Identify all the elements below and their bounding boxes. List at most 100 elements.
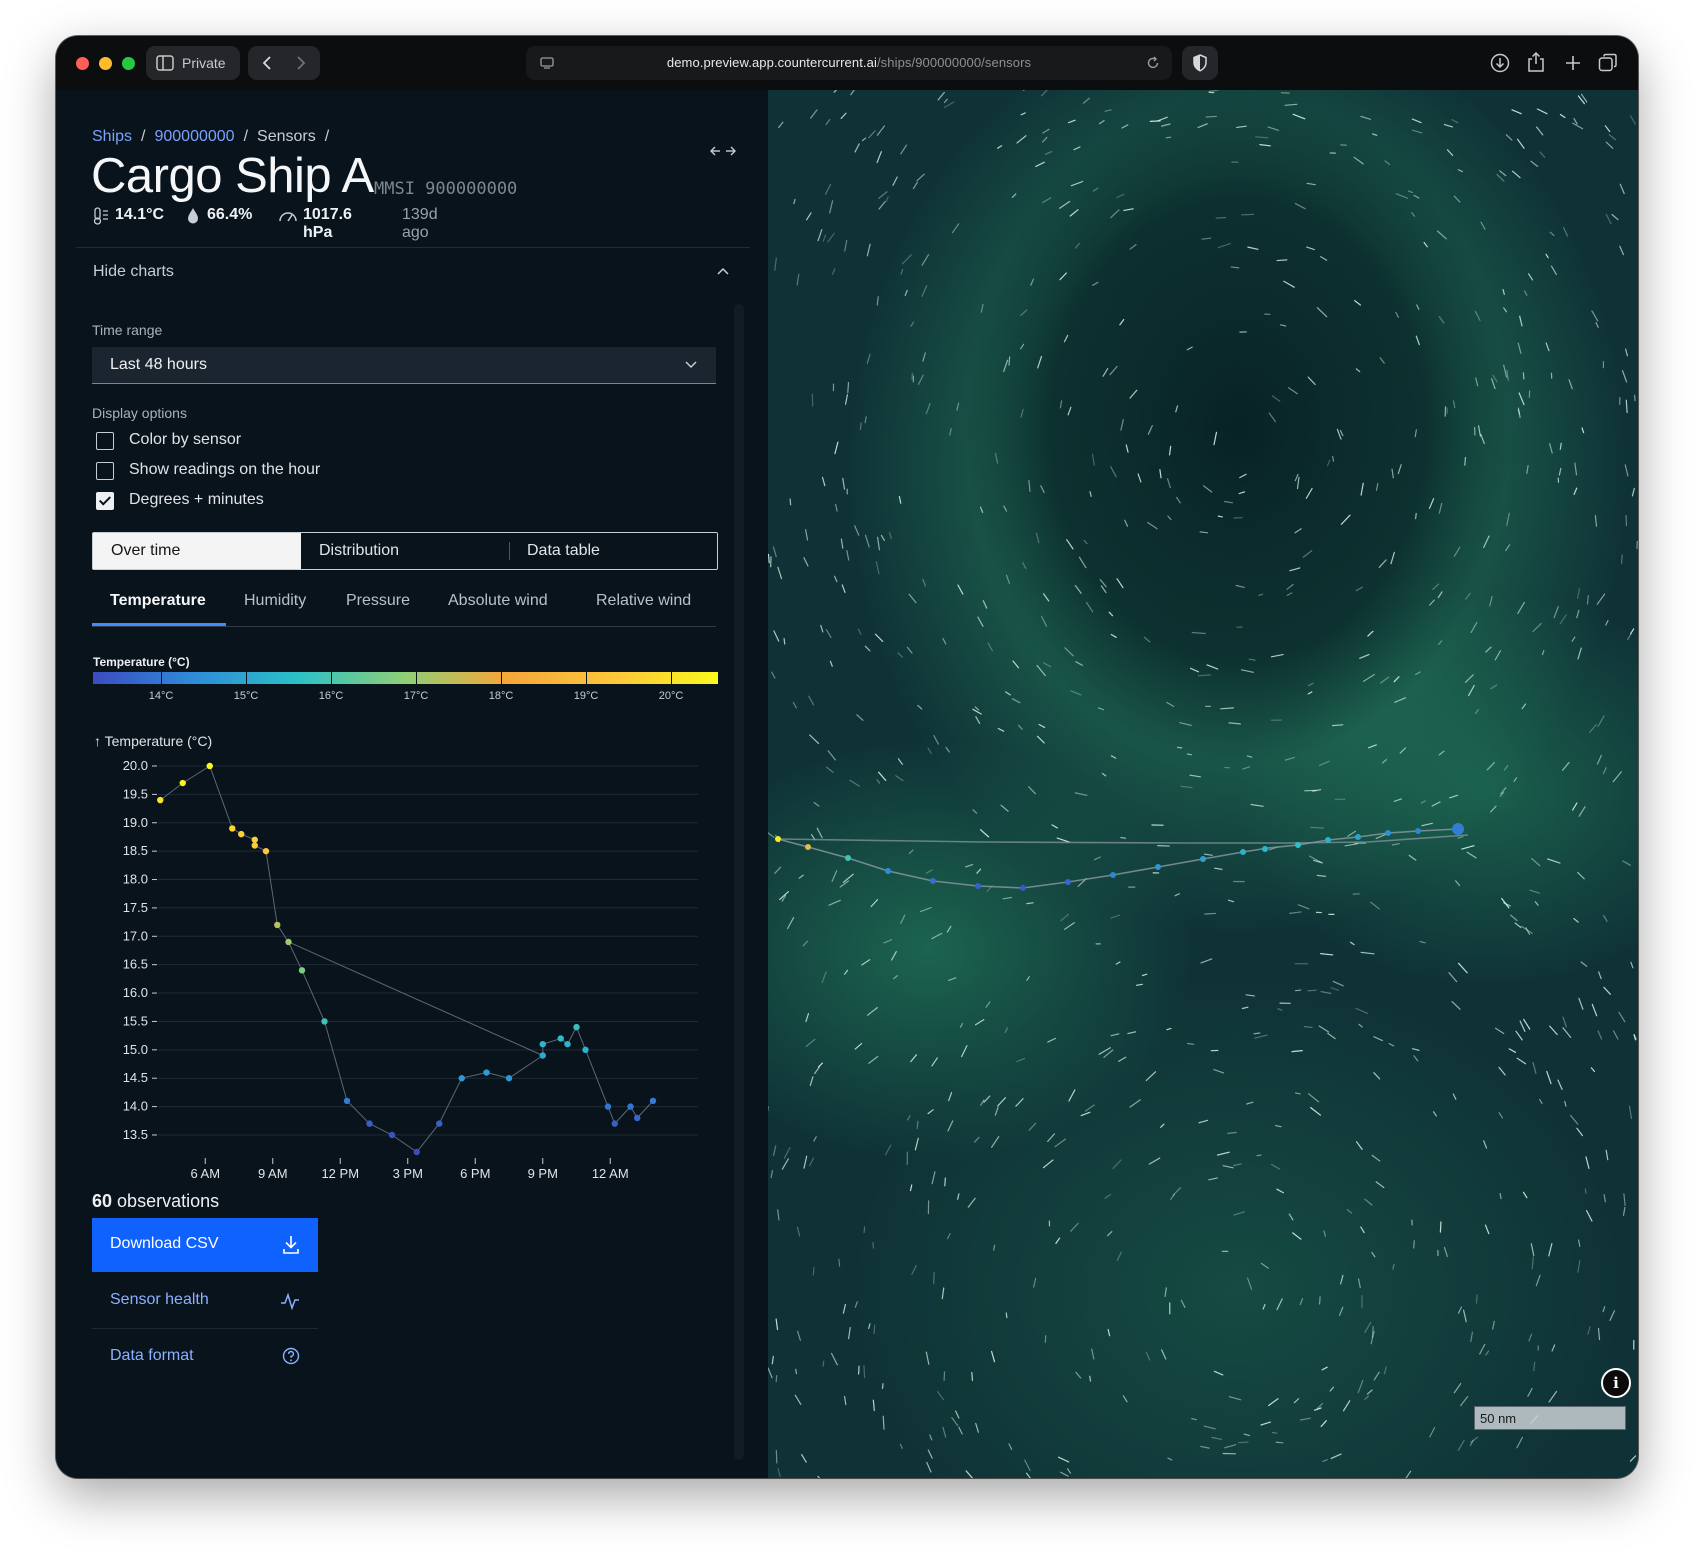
data-point[interactable] [274, 921, 281, 929]
data-point[interactable] [229, 825, 236, 832]
track-point[interactable] [975, 883, 981, 889]
data-point[interactable] [157, 796, 164, 804]
current-streak [771, 671, 776, 679]
view-over-time[interactable]: Over time [93, 533, 301, 569]
expand-panel-icon[interactable] [710, 145, 736, 157]
new-tab-icon[interactable] [1564, 54, 1582, 72]
forward-icon[interactable] [294, 55, 308, 71]
back-icon[interactable] [260, 55, 274, 71]
data-format-link[interactable]: Data format [92, 1330, 318, 1384]
map-info-icon[interactable]: i [1601, 1368, 1631, 1398]
private-tab-pill[interactable]: Private [146, 46, 240, 80]
data-point[interactable] [564, 1040, 571, 1048]
view-data-table[interactable]: Data table [509, 533, 717, 569]
data-point[interactable] [573, 1023, 580, 1031]
current-streak [1284, 756, 1295, 761]
address-bar[interactable]: demo.preview.app.countercurrent.ai/ships… [526, 46, 1172, 80]
data-point[interactable] [413, 1148, 420, 1156]
private-label: Private [182, 55, 226, 71]
track-point[interactable] [1240, 849, 1246, 855]
data-point[interactable] [539, 1052, 546, 1059]
track-point[interactable] [1355, 834, 1361, 840]
track-point[interactable] [775, 836, 781, 842]
tab-pressure[interactable]: Pressure [346, 592, 410, 610]
data-point[interactable] [436, 1120, 443, 1127]
current-streak [825, 766, 834, 773]
color-by-sensor-checkbox[interactable] [96, 432, 114, 450]
time-range-select[interactable]: Last 48 hours [92, 347, 716, 384]
download-icon[interactable] [1490, 53, 1510, 73]
sensor-health-link[interactable]: Sensor health [92, 1274, 318, 1328]
data-point[interactable] [388, 1131, 396, 1139]
track-point[interactable] [1155, 864, 1161, 870]
data-point[interactable] [634, 1114, 641, 1122]
track-point[interactable] [1262, 846, 1268, 852]
data-point[interactable] [539, 1040, 546, 1048]
data-point[interactable] [343, 1097, 351, 1105]
tab-relative-wind[interactable]: Relative wind [596, 592, 691, 610]
data-point[interactable] [262, 847, 270, 855]
track-point[interactable] [1415, 828, 1421, 834]
data-point[interactable] [251, 836, 258, 843]
data-point[interactable] [505, 1075, 513, 1082]
data-point[interactable] [627, 1103, 634, 1110]
data-point[interactable] [321, 1018, 328, 1025]
data-point[interactable] [298, 967, 306, 974]
current-streak [947, 1120, 954, 1132]
chevron-up-icon[interactable] [716, 266, 730, 276]
current-streaks [768, 90, 1638, 1478]
hide-charts-toggle[interactable]: Hide charts [93, 263, 174, 281]
current-streak [1143, 636, 1151, 643]
data-point[interactable] [458, 1075, 465, 1082]
data-point[interactable] [206, 762, 213, 770]
data-point[interactable] [604, 1103, 612, 1110]
track-point[interactable] [805, 844, 811, 850]
current-streak [1477, 425, 1482, 437]
degrees-minutes-checkbox[interactable] [96, 492, 114, 510]
current-streak [1294, 528, 1302, 534]
zoom-window-button[interactable] [122, 57, 135, 70]
breadcrumb-ship-id[interactable]: 900000000 [154, 128, 234, 145]
data-point[interactable] [649, 1097, 657, 1105]
data-point[interactable] [557, 1035, 564, 1042]
track-point[interactable] [1065, 879, 1071, 885]
view-distribution[interactable]: Distribution [301, 533, 509, 569]
share-icon[interactable] [1527, 51, 1545, 73]
current-streak [875, 561, 880, 575]
current-streak [847, 382, 850, 394]
tab-humidity[interactable]: Humidity [244, 592, 306, 610]
data-point[interactable] [251, 842, 258, 849]
track-point[interactable] [1385, 830, 1391, 836]
tab-absolute-wind[interactable]: Absolute wind [448, 592, 548, 610]
track-point[interactable] [885, 868, 891, 874]
track-point[interactable] [1020, 885, 1026, 891]
ocean-current-map[interactable] [768, 90, 1638, 1478]
data-point[interactable] [285, 938, 292, 946]
track-point[interactable] [845, 855, 851, 861]
track-point[interactable] [1452, 823, 1464, 835]
tab-temperature[interactable]: Temperature [110, 592, 206, 610]
track-point[interactable] [930, 878, 936, 884]
data-point[interactable] [582, 1046, 589, 1054]
data-point[interactable] [238, 830, 245, 838]
tab-overview-icon[interactable] [1598, 53, 1618, 73]
track-point[interactable] [1110, 872, 1116, 878]
close-window-button[interactable] [76, 57, 89, 70]
track-point[interactable] [1200, 856, 1206, 862]
minimize-window-button[interactable] [99, 57, 112, 70]
track-point[interactable] [1295, 842, 1301, 848]
current-streak [1025, 1472, 1031, 1478]
data-point[interactable] [483, 1069, 490, 1076]
current-streak [1625, 399, 1628, 414]
data-point[interactable] [366, 1120, 373, 1127]
current-streak [1085, 601, 1094, 613]
track-point[interactable] [1325, 837, 1331, 843]
data-point[interactable] [179, 779, 186, 787]
data-point[interactable] [611, 1120, 618, 1127]
readings-on-hour-checkbox[interactable] [96, 462, 114, 480]
shield-button[interactable] [1182, 46, 1218, 80]
reload-icon[interactable] [1146, 56, 1160, 70]
download-csv-button[interactable]: Download CSV [92, 1218, 318, 1272]
breadcrumb-ships[interactable]: Ships [92, 128, 132, 145]
panel-scrollbar[interactable] [734, 304, 744, 1460]
